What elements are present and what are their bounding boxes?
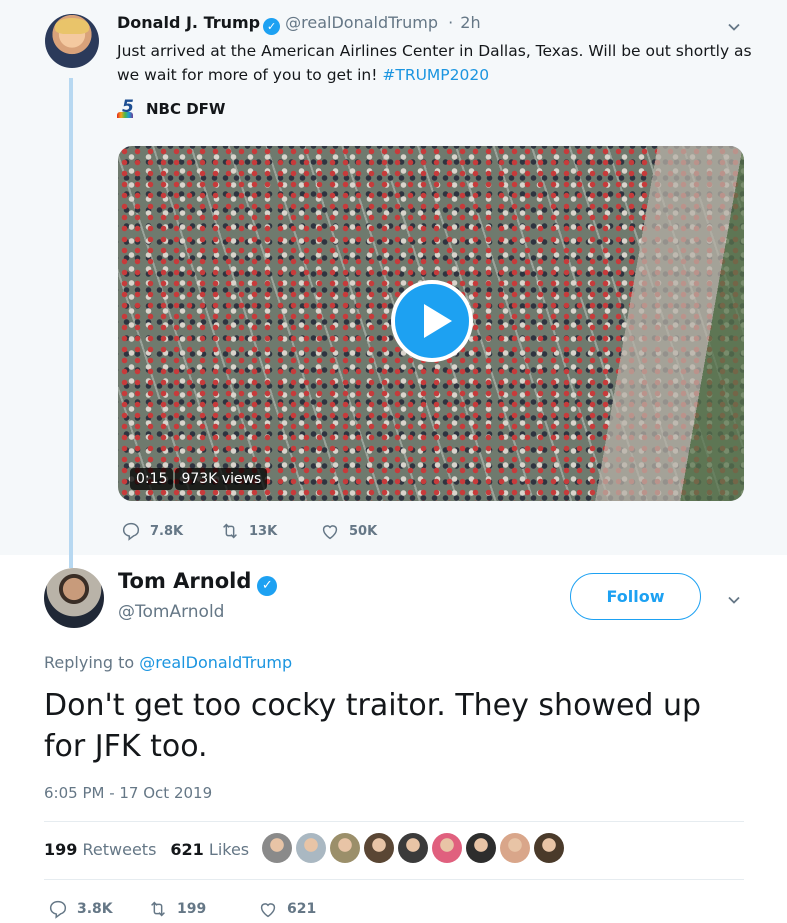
retweets-stat[interactable]: 199 Retweets — [44, 840, 156, 859]
liker-avatar[interactable] — [262, 833, 292, 863]
likes-stat[interactable]: 621 Likes — [170, 840, 249, 859]
replying-to: Replying to @realDonaldTrump — [44, 653, 293, 672]
author-name-row: Tom Arnold ✓ — [118, 569, 278, 596]
liker-avatar[interactable] — [466, 833, 496, 863]
tweet-text: Don't get too cocky traitor. They showed… — [44, 688, 702, 764]
liker-avatar[interactable] — [500, 833, 530, 863]
liker-avatar[interactable] — [398, 833, 428, 863]
liker-avatar[interactable] — [330, 833, 360, 863]
replying-to-link[interactable]: @realDonaldTrump — [139, 653, 292, 672]
retweet-button[interactable]: 13K — [219, 520, 319, 542]
retweet-count: 199 — [177, 901, 207, 917]
heart-icon — [322, 525, 338, 540]
liker-avatar[interactable] — [364, 833, 394, 863]
hashtag-link[interactable]: #TRUMP2020 — [382, 66, 489, 84]
like-count: 621 — [287, 901, 317, 917]
reply-icon — [122, 522, 140, 541]
thread-connector-line — [69, 78, 73, 568]
author-name[interactable]: Donald J. Trump — [117, 13, 260, 32]
avatar[interactable] — [45, 14, 99, 68]
video-views: 973K views — [175, 468, 268, 490]
like-button[interactable]: 50K — [319, 520, 377, 542]
avatar[interactable] — [44, 568, 104, 628]
nbc-logo-icon: 5 — [117, 97, 141, 118]
parent-tweet-header: Donald J. Trump ✓ @realDonaldTrump · 2h — [117, 13, 481, 35]
tweet-time[interactable]: 2h — [460, 13, 480, 32]
reply-count: 7.8K — [150, 523, 184, 539]
media-source-label: NBC DFW — [146, 100, 226, 118]
heart-icon — [260, 903, 276, 918]
author-name[interactable]: Tom Arnold — [118, 569, 251, 593]
verified-badge-icon: ✓ — [263, 18, 281, 35]
engagement-stats: 199 Retweets 621 Likes — [44, 840, 249, 859]
like-count: 50K — [349, 523, 378, 539]
reply-button[interactable]: 7.8K — [120, 520, 219, 542]
liker-avatars — [262, 833, 564, 863]
tweet-timestamp[interactable]: 6:05 PM - 17 Oct 2019 — [44, 784, 212, 802]
parent-tweet-actions: 7.8K 13K 50K — [120, 520, 377, 542]
like-button[interactable]: 621 — [257, 898, 316, 920]
retweet-count: 13K — [249, 523, 278, 539]
main-tweet-actions: 3.8K 199 621 — [47, 898, 316, 920]
play-button-icon[interactable] — [391, 280, 473, 362]
tweet-text: Just arrived at the American Airlines Ce… — [117, 42, 752, 84]
video-player[interactable]: 0:15 973K views — [118, 146, 744, 501]
liker-avatar[interactable] — [296, 833, 326, 863]
author-handle[interactable]: @realDonaldTrump — [285, 13, 438, 32]
divider — [44, 879, 744, 880]
parent-tweet[interactable]: Donald J. Trump ✓ @realDonaldTrump · 2h Ju… — [0, 0, 787, 568]
media-source[interactable]: 5 NBC DFW — [117, 97, 226, 118]
reply-button[interactable]: 3.8K — [47, 898, 147, 920]
follow-button[interactable]: Follow — [570, 573, 701, 620]
divider — [44, 821, 744, 822]
chevron-down-icon[interactable] — [727, 593, 741, 607]
retweet-icon — [223, 523, 237, 539]
retweet-icon — [151, 901, 165, 917]
retweet-button[interactable]: 199 — [147, 898, 257, 920]
video-duration: 0:15 — [130, 468, 174, 490]
liker-avatar[interactable] — [432, 833, 462, 863]
liker-avatar[interactable] — [534, 833, 564, 863]
author-handle[interactable]: @TomArnold — [118, 602, 224, 622]
verified-badge-icon: ✓ — [257, 576, 278, 596]
reply-count: 3.8K — [77, 901, 113, 917]
separator-dot: · — [448, 13, 454, 32]
reply-icon — [49, 900, 67, 919]
chevron-down-icon[interactable] — [727, 20, 741, 34]
